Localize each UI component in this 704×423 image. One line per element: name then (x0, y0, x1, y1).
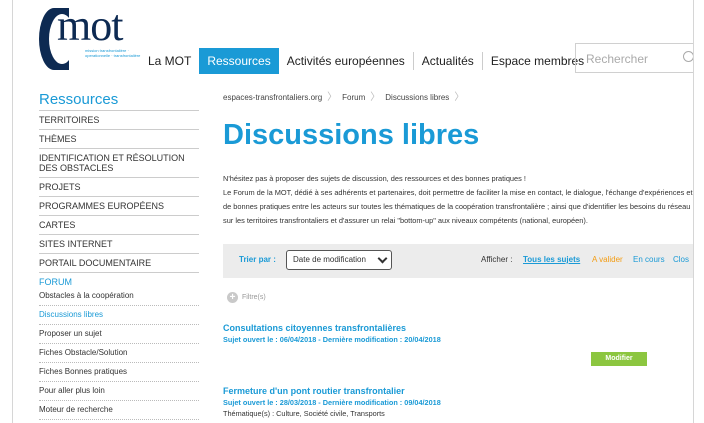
topic-themes-label: Thématique(s) : (223, 409, 275, 418)
filters-toggle[interactable]: + Filtre(s) (227, 292, 266, 303)
filters-toggle-label: Filtre(s) (242, 294, 266, 301)
filter-a-valider[interactable]: A valider (592, 255, 623, 264)
filter-tous-les-sujets[interactable]: Tous les sujets (523, 255, 580, 264)
main-nav: La MOT Ressources Activités européennes … (140, 48, 592, 74)
page-frame: mot mission transfrontalière · operation… (12, 0, 694, 423)
nav-actualites[interactable]: Actualités (414, 48, 482, 74)
main-content: espaces-transfrontaliers.org 〉 Forum 〉 D… (223, 90, 693, 418)
nav-ressources[interactable]: Ressources (199, 48, 279, 74)
sidebar-item-programmes[interactable]: PROGRAMMES EUROPÉENS (39, 197, 199, 216)
breadcrumb: espaces-transfrontaliers.org 〉 Forum 〉 D… (223, 90, 693, 106)
breadcrumb-current[interactable]: Discussions libres (385, 90, 449, 106)
forum-item-fiches-obstacle[interactable]: Fiches Obstacle/Solution (39, 344, 199, 363)
topic-item: Consultations citoyennes transfrontalièr… (223, 323, 441, 345)
filter-en-cours[interactable]: En cours (633, 255, 665, 264)
breadcrumb-home[interactable]: espaces-transfrontaliers.org (223, 90, 322, 106)
filter-bar: Trier par : Date de modification Affiche… (223, 244, 693, 278)
topic-title[interactable]: Consultations citoyennes transfrontalièr… (223, 323, 441, 334)
sidebar-item-portail[interactable]: PORTAIL DOCUMENTAIRE (39, 254, 199, 273)
intro-line-1: N'hésitez pas à proposer des sujets de d… (223, 174, 526, 183)
sidebar-item-obstacles[interactable]: IDENTIFICATION ET RÉSOLUTION DES OBSTACL… (39, 149, 199, 178)
sort-select[interactable]: Date de modification (286, 250, 392, 270)
sidebar-item-themes[interactable]: THÈMES (39, 130, 199, 149)
chevron-right-icon: 〉 (370, 92, 381, 103)
topic-meta: Sujet ouvert le : 28/03/2018 - Dernière … (223, 398, 441, 407)
page-title: Discussions libres (223, 119, 480, 151)
sort-label: Trier par : (239, 255, 276, 264)
topic-meta: Sujet ouvert le : 06/04/2018 - Dernière … (223, 335, 441, 344)
sidebar: Ressources TERRITOIRES THÈMES IDENTIFICA… (39, 90, 199, 420)
forum-item-proposer[interactable]: Proposer un sujet (39, 325, 199, 344)
modify-button[interactable]: Modifier (591, 352, 647, 366)
plus-icon: + (227, 292, 238, 303)
logo-tagline: mission transfrontalière · operationnell… (85, 48, 141, 58)
forum-item-obstacles[interactable]: Obstacles à la coopération (39, 287, 199, 306)
chevron-right-icon: 〉 (327, 92, 338, 103)
intro-text: N'hésitez pas à proposer des sujets de d… (223, 172, 693, 228)
sidebar-item-cartes[interactable]: CARTES (39, 216, 199, 235)
logo-wordmark: mot (57, 1, 123, 50)
sidebar-item-territoires[interactable]: TERRITOIRES (39, 111, 199, 130)
sidebar-item-projets[interactable]: PROJETS (39, 178, 199, 197)
search-box (575, 43, 693, 73)
mot-logo[interactable]: mot mission transfrontalière · operation… (39, 1, 149, 78)
topic-themes-values: Culture, Société civile, Transports (276, 409, 385, 418)
chevron-right-icon: 〉 (454, 92, 465, 103)
search-input[interactable] (584, 45, 684, 73)
forum-item-moteur[interactable]: Moteur de recherche (39, 401, 199, 420)
sort-select-value: Date de modification (293, 255, 366, 264)
chevron-down-icon (377, 253, 388, 264)
forum-item-fiches-bonnes[interactable]: Fiches Bonnes pratiques (39, 363, 199, 382)
topic-themes: Thématique(s) : Culture, Société civile,… (223, 408, 441, 419)
topic-title[interactable]: Fermeture d'un pont routier transfrontal… (223, 386, 441, 397)
intro-line-2: Le Forum de la MOT, dédié à ses adhérent… (223, 188, 693, 225)
topic-item: Fermeture d'un pont routier transfrontal… (223, 386, 441, 419)
nav-activites-europeennes[interactable]: Activités européennes (279, 48, 413, 74)
sidebar-title: Ressources (39, 90, 199, 111)
forum-item-discussions[interactable]: Discussions libres (39, 306, 199, 325)
nav-la-mot[interactable]: La MOT (140, 48, 199, 74)
filter-clos[interactable]: Clos (673, 255, 689, 264)
sidebar-item-sites-internet[interactable]: SITES INTERNET (39, 235, 199, 254)
forum-item-pour-aller[interactable]: Pour aller plus loin (39, 382, 199, 401)
search-icon[interactable] (683, 51, 693, 62)
sidebar-item-forum[interactable]: FORUM (39, 273, 199, 287)
breadcrumb-forum[interactable]: Forum (342, 90, 365, 106)
show-label: Afficher : (481, 255, 513, 264)
